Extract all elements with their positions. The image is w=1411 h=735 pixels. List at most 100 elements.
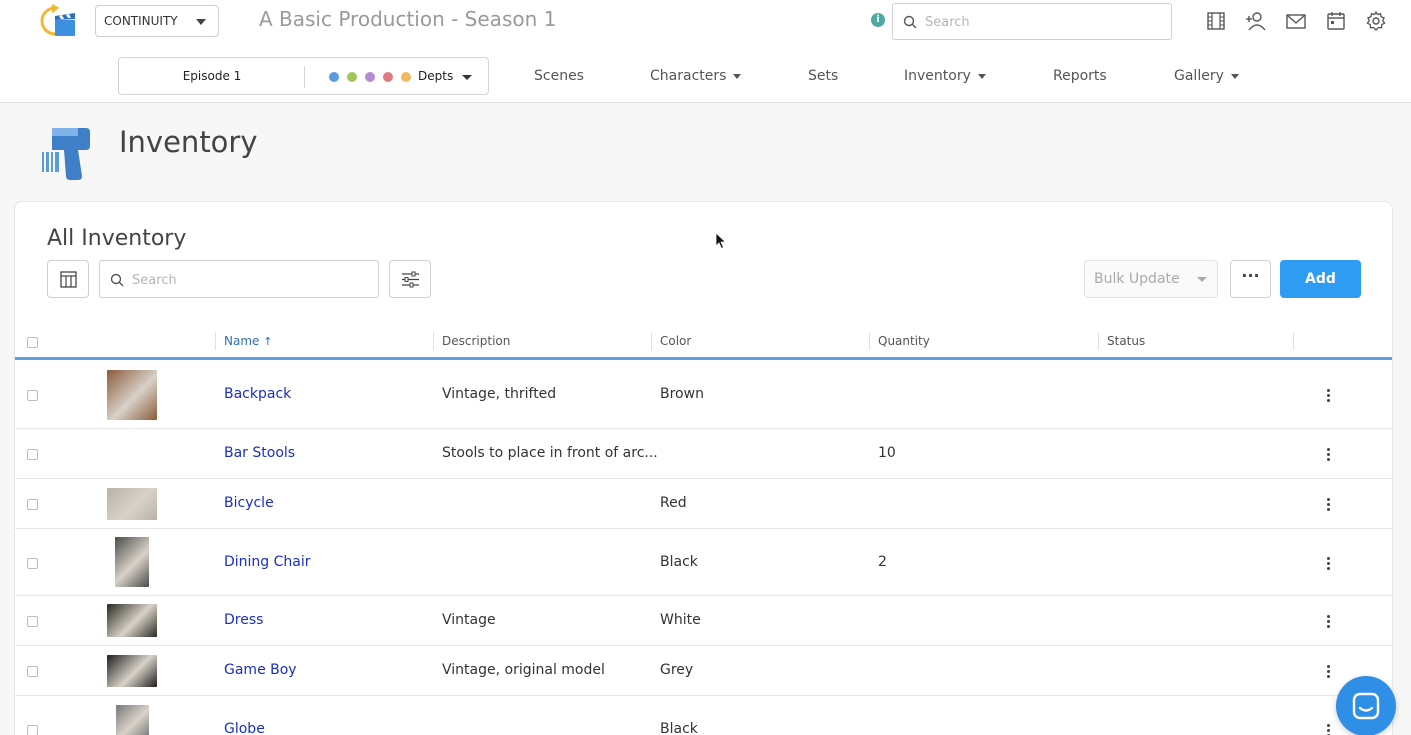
table-row[interactable]: Backpack Vintage, thrifted Brown: [15, 360, 1392, 429]
column-header-label: Name: [224, 334, 260, 348]
row-actions-icon[interactable]: [1327, 389, 1331, 404]
table-row[interactable]: Game Boy Vintage, original model Grey: [15, 646, 1392, 696]
item-color: Brown: [660, 386, 704, 402]
filter-button[interactable]: [389, 260, 431, 298]
row-actions-icon[interactable]: [1327, 724, 1331, 735]
search-icon: [110, 273, 124, 287]
sliders-icon: [402, 271, 419, 288]
row-actions-icon[interactable]: [1327, 615, 1331, 630]
column-header-status[interactable]: Status: [1107, 334, 1145, 348]
nav-item-label: Sets: [808, 68, 839, 84]
nav-item-scenes[interactable]: Scenes: [534, 68, 584, 84]
row-checkbox[interactable]: [27, 666, 38, 677]
row-checkbox[interactable]: [27, 725, 38, 735]
item-thumbnail[interactable]: [116, 705, 149, 735]
column-header-name[interactable]: Name ↑: [224, 334, 272, 348]
item-thumbnail[interactable]: [107, 370, 157, 420]
item-description: Vintage: [442, 612, 496, 628]
item-color: Black: [660, 721, 698, 735]
nav-item-inventory[interactable]: Inventory: [904, 68, 986, 84]
nav-item-reports[interactable]: Reports: [1053, 68, 1107, 84]
chevron-down-icon: [733, 73, 742, 79]
dept-color-dot: [365, 72, 375, 82]
row-actions-icon[interactable]: [1327, 665, 1331, 680]
inventory-card: All Inventory Bulk Update ··· Add Name ↑…: [14, 201, 1393, 735]
row-actions-icon[interactable]: [1327, 498, 1331, 513]
column-divider: [215, 332, 216, 350]
column-divider: [651, 332, 652, 350]
row-checkbox[interactable]: [27, 390, 38, 401]
more-options-button[interactable]: ···: [1230, 260, 1271, 298]
nav-item-label: Characters: [650, 68, 727, 84]
sort-ascending-icon: ↑: [263, 335, 273, 348]
info-icon[interactable]: i: [871, 13, 885, 27]
item-name-link[interactable]: Game Boy: [224, 662, 297, 678]
table-row[interactable]: Bicycle Red: [15, 479, 1392, 529]
nav-item-label: Scenes: [534, 68, 584, 84]
item-name-link[interactable]: Bar Stools: [224, 445, 295, 461]
chevron-down-icon[interactable]: [462, 75, 472, 80]
item-name-link[interactable]: Backpack: [224, 386, 291, 402]
gear-icon[interactable]: [1365, 10, 1387, 32]
add-button[interactable]: Add: [1280, 260, 1361, 298]
chevron-down-icon: [1230, 73, 1239, 79]
dept-select-label[interactable]: Depts: [418, 69, 453, 83]
columns-icon: [60, 271, 77, 288]
column-divider: [433, 332, 434, 350]
item-quantity: 10: [878, 445, 896, 461]
columns-button[interactable]: [47, 260, 89, 298]
item-thumbnail[interactable]: [107, 488, 157, 520]
chat-launcher-button[interactable]: [1336, 676, 1396, 735]
film-icon[interactable]: [1205, 10, 1227, 32]
table-row[interactable]: Globe Black: [15, 696, 1392, 735]
select-all-checkbox[interactable]: [27, 337, 38, 348]
episode-dept-selector: Episode 1 Depts: [118, 57, 489, 95]
row-checkbox[interactable]: [27, 499, 38, 510]
table-row[interactable]: Bar Stools Stools to place in front of ar…: [15, 429, 1392, 479]
item-color: Red: [660, 495, 687, 511]
item-color: Grey: [660, 662, 694, 678]
nav-item-gallery[interactable]: Gallery: [1174, 68, 1239, 84]
row-checkbox[interactable]: [27, 449, 38, 460]
item-thumbnail[interactable]: [107, 655, 157, 687]
nav-item-label: Gallery: [1174, 68, 1224, 84]
item-name-link[interactable]: Bicycle: [224, 495, 274, 511]
table-search[interactable]: [99, 260, 379, 298]
global-search-input[interactable]: [925, 12, 1155, 32]
nav-item-sets[interactable]: Sets: [808, 68, 838, 84]
continuity-logo-icon[interactable]: [37, 4, 77, 38]
row-actions-icon[interactable]: [1327, 448, 1331, 463]
item-thumbnail[interactable]: [115, 537, 149, 587]
module-select[interactable]: CONTINUITY: [95, 5, 219, 37]
production-title[interactable]: A Basic Production - Season 1: [259, 7, 556, 31]
item-color: Black: [660, 554, 698, 570]
table-header: Name ↑ Description Color Quantity Status: [15, 326, 1392, 360]
dept-color-dot: [383, 72, 393, 82]
mail-icon[interactable]: [1285, 10, 1307, 32]
table-search-input[interactable]: [132, 270, 362, 290]
search-icon: [903, 15, 917, 29]
item-description: Vintage, original model: [442, 662, 605, 678]
item-name-link[interactable]: Dining Chair: [224, 554, 311, 570]
item-name-link[interactable]: Dress: [224, 612, 263, 628]
nav-item-characters[interactable]: Characters: [650, 68, 742, 84]
table-row[interactable]: Dress Vintage White: [15, 596, 1392, 646]
item-name-link[interactable]: Globe: [224, 721, 265, 735]
row-checkbox[interactable]: [27, 558, 38, 569]
row-checkbox[interactable]: [27, 616, 38, 627]
item-thumbnail[interactable]: [107, 604, 157, 637]
dept-color-dots[interactable]: [329, 72, 411, 82]
chevron-down-icon: [196, 19, 206, 25]
nav-bar: Episode 1 Depts Scenes Characters Sets I…: [0, 42, 1411, 103]
row-actions-icon[interactable]: [1327, 557, 1331, 572]
calendar-icon[interactable]: [1325, 10, 1347, 32]
global-search[interactable]: [892, 3, 1172, 40]
column-header-description[interactable]: Description: [442, 334, 510, 348]
column-header-quantity[interactable]: Quantity: [878, 334, 930, 348]
column-header-color[interactable]: Color: [660, 334, 691, 348]
add-user-icon[interactable]: [1245, 10, 1267, 32]
bulk-update-label: Bulk Update: [1094, 271, 1180, 287]
bulk-update-select[interactable]: Bulk Update: [1084, 260, 1218, 298]
table-row[interactable]: Dining Chair Black 2: [15, 529, 1392, 596]
episode-select[interactable]: Episode 1: [119, 69, 305, 83]
